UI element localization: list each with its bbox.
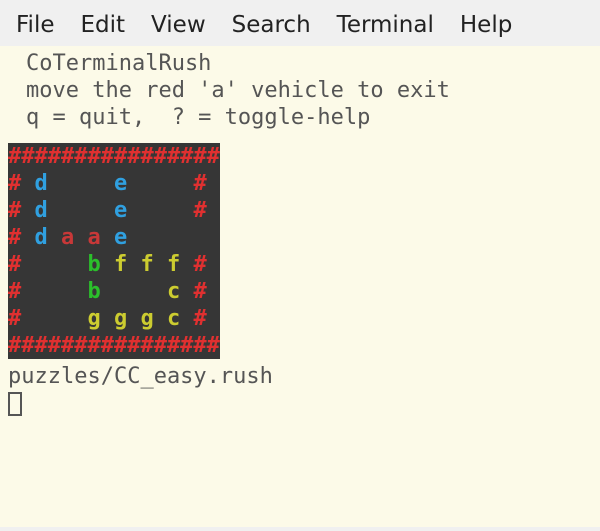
- board-row: # b f f f #: [8, 251, 220, 278]
- board-row: # d e #: [8, 197, 220, 224]
- terminal-area[interactable]: CoTerminalRush move the red 'a' vehicle …: [0, 46, 600, 527]
- menu-help[interactable]: Help: [460, 12, 512, 38]
- game-board: ################# d e ## d e ## d a a e …: [8, 143, 220, 359]
- board-row: # d a a e: [8, 224, 220, 251]
- board-row: ################: [8, 332, 220, 359]
- menu-search[interactable]: Search: [232, 12, 311, 38]
- terminal-window: File Edit View Search Terminal Help CoTe…: [0, 0, 600, 531]
- menu-edit[interactable]: Edit: [81, 12, 126, 38]
- game-title: CoTerminalRush: [0, 50, 600, 77]
- game-keyhelp: q = quit, ? = toggle-help: [0, 104, 600, 131]
- terminal-cursor: [8, 392, 22, 416]
- menu-bar: File Edit View Search Terminal Help: [0, 0, 600, 46]
- board-row: # g g g c #: [8, 305, 220, 332]
- menu-terminal[interactable]: Terminal: [337, 12, 434, 38]
- menu-file[interactable]: File: [16, 12, 55, 38]
- board-row: # b c #: [8, 278, 220, 305]
- menu-view[interactable]: View: [151, 12, 206, 38]
- board-row: ################: [8, 143, 220, 170]
- board-row: # d e #: [8, 170, 220, 197]
- game-goal: move the red 'a' vehicle to exit: [0, 77, 600, 104]
- puzzle-path: puzzles/CC_easy.rush: [0, 359, 600, 390]
